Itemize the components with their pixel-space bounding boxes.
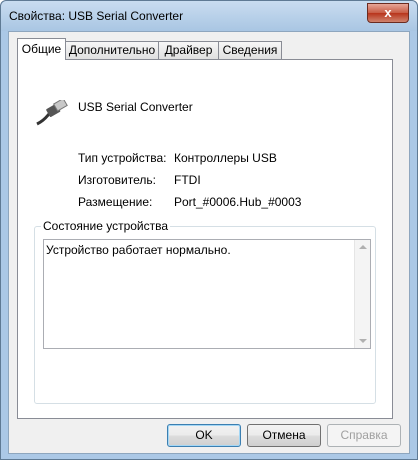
dialog-client: Общие Дополнительно Драйвер Сведения USB… — [8, 31, 410, 454]
location-value: Port_#0006.Hub_#0003 — [174, 195, 302, 209]
device-type-value: Контроллеры USB — [174, 151, 277, 165]
device-name: USB Serial Converter — [78, 100, 193, 114]
tab-label: Общие — [21, 42, 62, 56]
ok-button[interactable]: OK — [167, 424, 241, 447]
status-scrollbar[interactable] — [354, 240, 370, 348]
manufacturer-value: FTDI — [174, 173, 201, 187]
tab-label: Сведения — [222, 43, 278, 57]
tab-driver[interactable]: Драйвер — [158, 41, 219, 59]
scroll-up-icon[interactable] — [359, 245, 367, 249]
cancel-button[interactable]: Отмена — [247, 424, 321, 447]
location-label: Размещение: — [78, 195, 153, 209]
manufacturer-label: Изготовитель: — [78, 173, 156, 187]
close-button[interactable]: x — [367, 3, 409, 23]
tab-general[interactable]: Общие — [17, 38, 66, 60]
device-status-textbox[interactable]: Устройство работает нормально. — [43, 239, 371, 349]
properties-window: Свойства: USB Serial Converter x Общие Д… — [0, 0, 418, 460]
device-status-legend: Состояние устройства — [41, 219, 171, 233]
tab-panel-general: USB Serial Converter Тип устройства: Кон… — [17, 59, 393, 419]
tab-label: Дополнительно — [68, 43, 156, 57]
tab-label: Драйвер — [164, 43, 213, 57]
help-button[interactable]: Справка — [327, 424, 401, 447]
tab-advanced[interactable]: Дополнительно — [65, 41, 159, 59]
device-status-group: Состояние устройства Устройство работает… — [34, 219, 376, 404]
scroll-down-icon[interactable] — [359, 339, 367, 343]
tab-details[interactable]: Сведения — [218, 41, 282, 59]
close-icon: x — [384, 5, 392, 20]
device-status-text: Устройство работает нормально. — [46, 243, 231, 257]
title-bar[interactable]: Свойства: USB Serial Converter x — [1, 1, 417, 31]
device-type-label: Тип устройства: — [78, 151, 167, 165]
usb-plug-icon — [36, 100, 68, 126]
window-title: Свойства: USB Serial Converter — [9, 9, 184, 23]
